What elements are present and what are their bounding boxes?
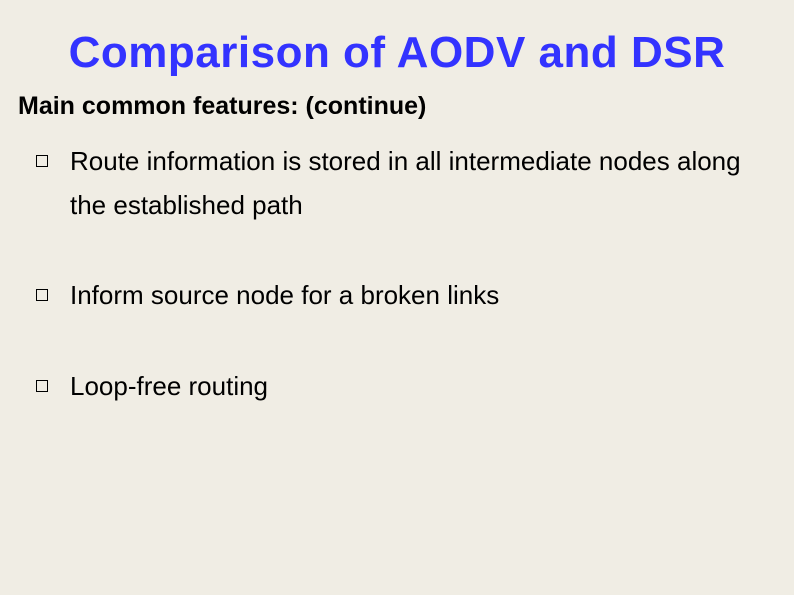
bullet-list: Route information is stored in all inter… — [36, 139, 776, 408]
slide-title: Comparison of AODV and DSR — [18, 28, 776, 78]
list-item: Loop-free routing — [36, 364, 776, 408]
slide-subtitle: Main common features: (continue) — [18, 92, 776, 121]
list-item: Route information is stored in all inter… — [36, 139, 776, 227]
list-item: Inform source node for a broken links — [36, 273, 776, 317]
slide: Comparison of AODV and DSR Main common f… — [0, 0, 794, 595]
